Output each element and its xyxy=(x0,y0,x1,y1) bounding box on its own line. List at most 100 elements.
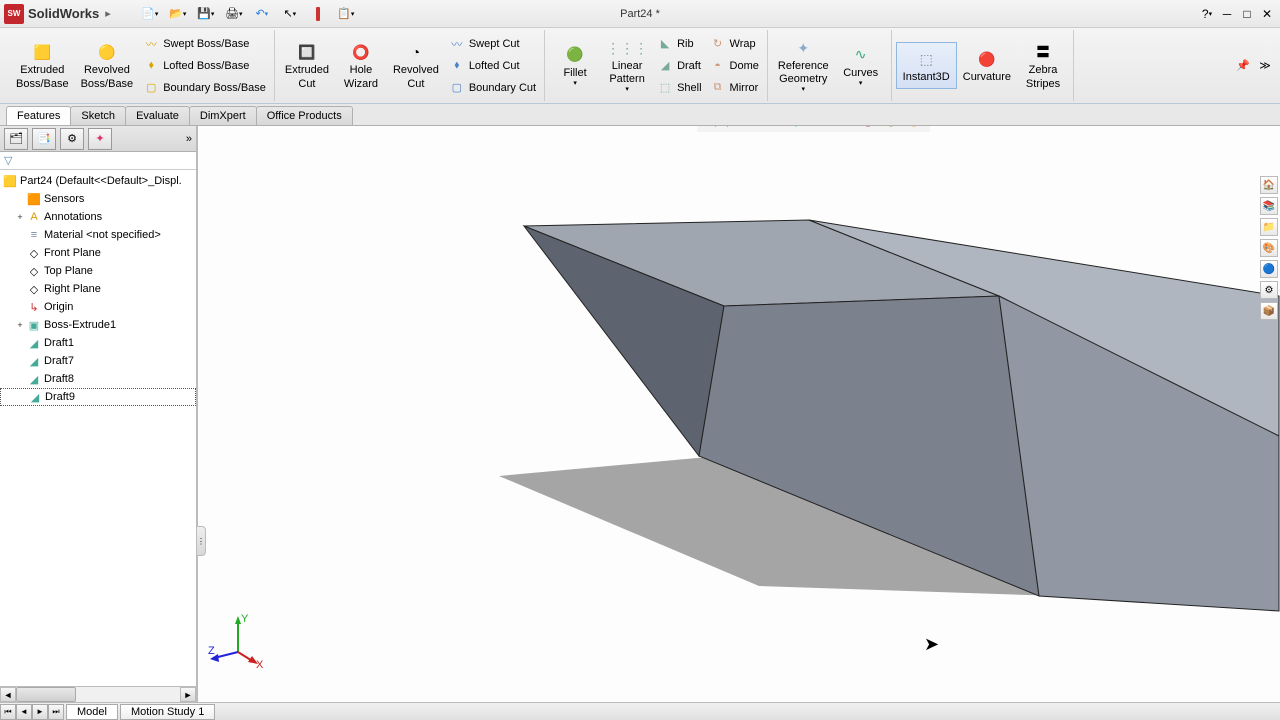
save-button[interactable]: 💾▾ xyxy=(193,4,219,24)
rib-button[interactable]: ◣Rib xyxy=(653,33,705,55)
curves-button[interactable]: ∿Curves▾ xyxy=(835,39,887,93)
pattern-icon: ⋮⋮⋮ xyxy=(615,36,639,60)
tree-top-plane[interactable]: ◇Top Plane xyxy=(0,262,196,280)
undo-button[interactable]: ↶▾ xyxy=(249,4,275,24)
revolved-boss-button[interactable]: 🟡Revolved Boss/Base xyxy=(75,36,140,94)
part-icon: 🟨 xyxy=(2,174,18,188)
tree-filter-row[interactable]: ▽ xyxy=(0,152,196,170)
tab-features[interactable]: Features xyxy=(6,106,71,125)
orientation-triad[interactable]: Y Z X xyxy=(208,612,268,672)
taskpane-explorer-icon[interactable]: 📁 xyxy=(1260,218,1278,236)
extruded-cut-button[interactable]: 🔲Extruded Cut xyxy=(279,36,335,94)
section-view-icon[interactable]: ▦ xyxy=(768,126,790,130)
nav-last-icon[interactable]: ⏭ xyxy=(48,704,64,720)
zebra-stripes-button[interactable]: 〓Zebra Stripes xyxy=(1017,36,1069,94)
menu-dropdown-icon[interactable]: ▸ xyxy=(105,7,111,20)
tree-annotations[interactable]: +AAnnotations xyxy=(0,208,196,226)
shell-button[interactable]: ⬚Shell xyxy=(653,77,705,99)
open-button[interactable]: 📂▾ xyxy=(165,4,191,24)
edit-appearance-icon[interactable]: 🔴▾ xyxy=(860,126,882,130)
panel-collapse-arrow-icon[interactable]: » xyxy=(186,133,192,145)
boundary-boss-button[interactable]: ▢Boundary Boss/Base xyxy=(139,77,270,99)
print-button[interactable]: 🖨▾ xyxy=(221,4,247,24)
hole-wizard-button[interactable]: ⭕Hole Wizard xyxy=(335,36,387,94)
view-orientation-icon[interactable]: 🧊▾ xyxy=(791,126,813,130)
close-button[interactable]: ✕ xyxy=(1258,5,1276,23)
graphics-viewport[interactable]: 🔍 🔎 ↩ ▦ 🧊▾ ▢▾ 👁▾ 🔴▾ 🟢▾ 🟡▾ ─ ❐ ✕ xyxy=(198,126,1280,702)
draft-button[interactable]: ◢Draft xyxy=(653,55,705,77)
taskpane-library-icon[interactable]: 📚 xyxy=(1260,197,1278,215)
tree-material[interactable]: ≡Material <not specified> xyxy=(0,226,196,244)
previous-view-icon[interactable]: ↩ xyxy=(745,126,767,130)
scroll-right-icon[interactable]: ► xyxy=(180,687,196,702)
display-style-icon[interactable]: ▢▾ xyxy=(814,126,836,130)
select-button[interactable]: ↖▾ xyxy=(277,4,303,24)
hide-show-icon[interactable]: 👁▾ xyxy=(837,126,859,130)
plane-icon: ◇ xyxy=(26,246,42,260)
curvature-button[interactable]: 🔴Curvature xyxy=(957,43,1017,88)
nav-next-icon[interactable]: ► xyxy=(32,704,48,720)
tree-tab-config[interactable]: ⚙ xyxy=(60,128,84,150)
tree-draft9[interactable]: ◢Draft9 xyxy=(0,388,196,406)
tab-office-products[interactable]: Office Products xyxy=(256,106,353,125)
taskpane-custom-icon[interactable]: ⚙ xyxy=(1260,281,1278,299)
lofted-cut-button[interactable]: ⬧Lofted Cut xyxy=(445,55,540,77)
taskpane-palette-icon[interactable]: 🎨 xyxy=(1260,239,1278,257)
fillet-button[interactable]: 🟢Fillet▾ xyxy=(549,39,601,93)
feature-tree[interactable]: 🟨Part24 (Default<<Default>_Displ. 🟧Senso… xyxy=(0,170,196,686)
status-tab-model[interactable]: Model xyxy=(66,704,118,720)
taskpane-home-icon[interactable]: 🏠 xyxy=(1260,176,1278,194)
zoom-area-icon[interactable]: 🔎 xyxy=(722,126,744,130)
ribbon-pin-icon[interactable]: 📌 xyxy=(1234,57,1252,75)
tab-sketch[interactable]: Sketch xyxy=(70,106,126,125)
mirror-button[interactable]: ⧉Mirror xyxy=(706,77,763,99)
material-icon: ≡ xyxy=(26,228,42,242)
view-settings-icon[interactable]: 🟡▾ xyxy=(906,126,928,130)
tree-boss-extrude1[interactable]: +▣Boss-Extrude1 xyxy=(0,316,196,334)
wrap-button[interactable]: ↻Wrap xyxy=(706,33,763,55)
feature-manager-panel: 🗂 📑 ⚙ ✦ » ▽ 🟨Part24 (Default<<Default>_D… xyxy=(0,126,198,702)
taskpane-extra-icon[interactable]: 📦 xyxy=(1260,302,1278,320)
status-tab-motion[interactable]: Motion Study 1 xyxy=(120,704,215,720)
help-button[interactable]: ?▾ xyxy=(1198,5,1216,23)
swept-cut-button[interactable]: 〰Swept Cut xyxy=(445,33,540,55)
maximize-button[interactable]: □ xyxy=(1238,5,1256,23)
nav-first-icon[interactable]: ⏮ xyxy=(0,704,16,720)
tree-draft7[interactable]: ◢Draft7 xyxy=(0,352,196,370)
swept-boss-button[interactable]: 〰Swept Boss/Base xyxy=(139,33,270,55)
minimize-button[interactable]: ─ xyxy=(1218,5,1236,23)
tab-evaluate[interactable]: Evaluate xyxy=(125,106,190,125)
ref-geometry-button[interactable]: ✦Reference Geometry▾ xyxy=(772,32,835,99)
rebuild-button[interactable] xyxy=(305,4,331,24)
options-button[interactable]: 📋▾ xyxy=(333,4,359,24)
nav-prev-icon[interactable]: ◄ xyxy=(16,704,32,720)
boundary-cut-button[interactable]: ▢Boundary Cut xyxy=(445,77,540,99)
ribbon-expand-icon[interactable]: ≫ xyxy=(1256,57,1274,75)
scroll-thumb[interactable] xyxy=(16,687,76,702)
extruded-boss-button[interactable]: 🟨Extruded Boss/Base xyxy=(10,36,75,94)
tree-tab-property[interactable]: 📑 xyxy=(32,128,56,150)
tree-front-plane[interactable]: ◇Front Plane xyxy=(0,244,196,262)
tree-origin[interactable]: ↳Origin xyxy=(0,298,196,316)
scroll-left-icon[interactable]: ◄ xyxy=(0,687,16,702)
dome-button[interactable]: ◓Dome xyxy=(706,55,763,77)
revolved-cut-button[interactable]: ◔Revolved Cut xyxy=(387,36,445,94)
taskpane-appearance-icon[interactable]: 🔵 xyxy=(1260,260,1278,278)
tree-right-plane[interactable]: ◇Right Plane xyxy=(0,280,196,298)
tree-tab-dimxpert[interactable]: ✦ xyxy=(88,128,112,150)
panel-splitter-handle[interactable]: ⋮ xyxy=(196,526,206,556)
tree-root[interactable]: 🟨Part24 (Default<<Default>_Displ. xyxy=(0,172,196,190)
lofted-boss-button[interactable]: ⬧Lofted Boss/Base xyxy=(139,55,270,77)
tree-scrollbar-horizontal[interactable]: ◄ ► xyxy=(0,686,196,702)
new-doc-button[interactable]: 📄▾ xyxy=(137,4,163,24)
tab-dimxpert[interactable]: DimXpert xyxy=(189,106,257,125)
instant3d-button[interactable]: ⬚Instant3D xyxy=(896,42,957,89)
tree-tab-feature[interactable]: 🗂 xyxy=(4,128,28,150)
tree-sensors[interactable]: 🟧Sensors xyxy=(0,190,196,208)
zoom-fit-icon[interactable]: 🔍 xyxy=(699,126,721,130)
tree-draft8[interactable]: ◢Draft8 xyxy=(0,370,196,388)
apply-scene-icon[interactable]: 🟢▾ xyxy=(883,126,905,130)
tree-draft1[interactable]: ◢Draft1 xyxy=(0,334,196,352)
quick-access-toolbar: 📄▾ 📂▾ 💾▾ 🖨▾ ↶▾ ↖▾ 📋▾ xyxy=(137,4,359,24)
linear-pattern-button[interactable]: ⋮⋮⋮Linear Pattern▾ xyxy=(601,32,653,99)
